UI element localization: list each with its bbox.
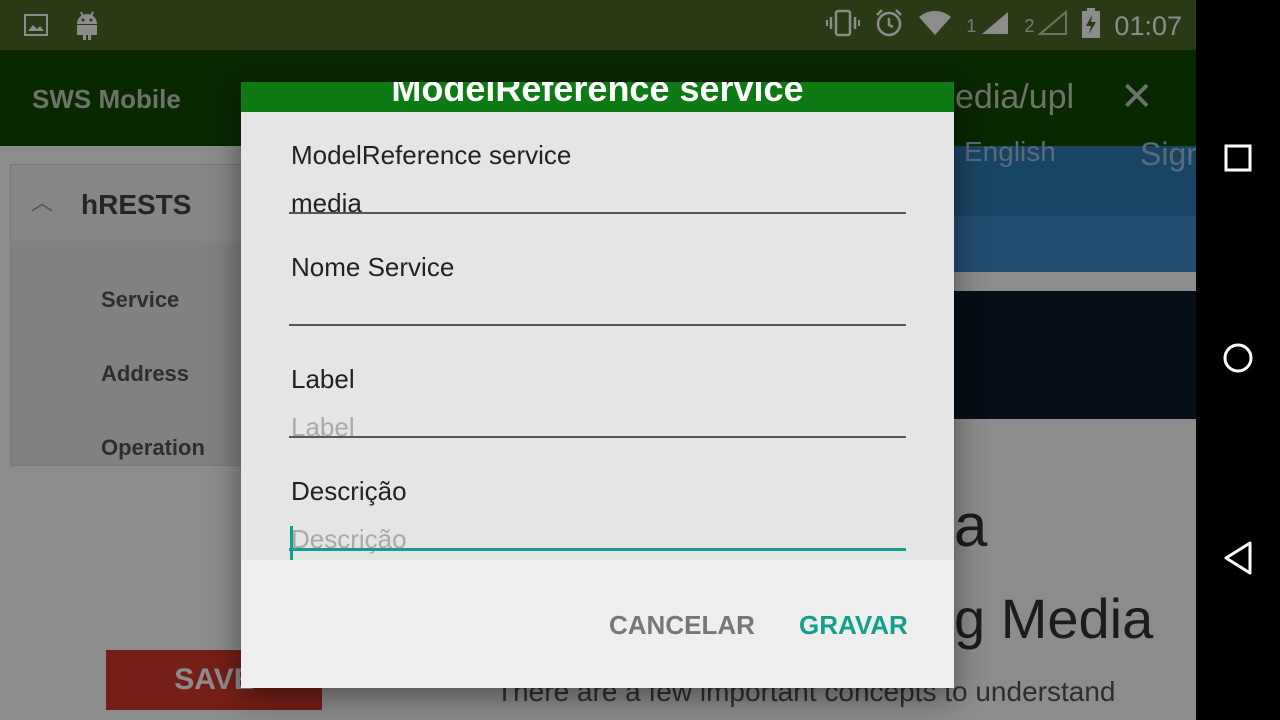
field-label: ModelReference service	[291, 140, 572, 170]
home-icon	[1221, 341, 1255, 380]
edit-dialog: ModelReference service ModelReference se…	[241, 82, 954, 688]
dialog-title: ModelReference service	[391, 82, 804, 109]
dialog-actions: CANCELAR GRAVAR	[241, 560, 954, 688]
back-icon	[1220, 540, 1256, 581]
label-input[interactable]: Label	[291, 412, 355, 443]
home-button[interactable]	[1196, 330, 1280, 390]
field-label: Descrição	[291, 476, 407, 506]
cancel-button[interactable]: CANCELAR	[609, 610, 755, 641]
navigation-bar	[1196, 0, 1280, 720]
back-button[interactable]	[1196, 530, 1280, 590]
modelreference-input[interactable]: media	[291, 188, 362, 219]
field-underline	[289, 212, 906, 214]
gravar-button[interactable]: GRAVAR	[799, 610, 908, 641]
field-underline	[289, 324, 906, 326]
recents-button[interactable]	[1196, 130, 1280, 190]
text-cursor	[290, 526, 293, 562]
field-label: Label	[291, 364, 355, 394]
screen: 1 2 01:07 SWS Mobile edia/upl ✕ ︿ hRESTS…	[0, 0, 1196, 720]
dialog-title-bar: ModelReference service	[241, 82, 954, 112]
field-label: Nome Service	[291, 252, 455, 282]
recents-icon	[1223, 143, 1253, 178]
field-underline	[289, 436, 906, 438]
field-underline-active	[289, 548, 906, 551]
